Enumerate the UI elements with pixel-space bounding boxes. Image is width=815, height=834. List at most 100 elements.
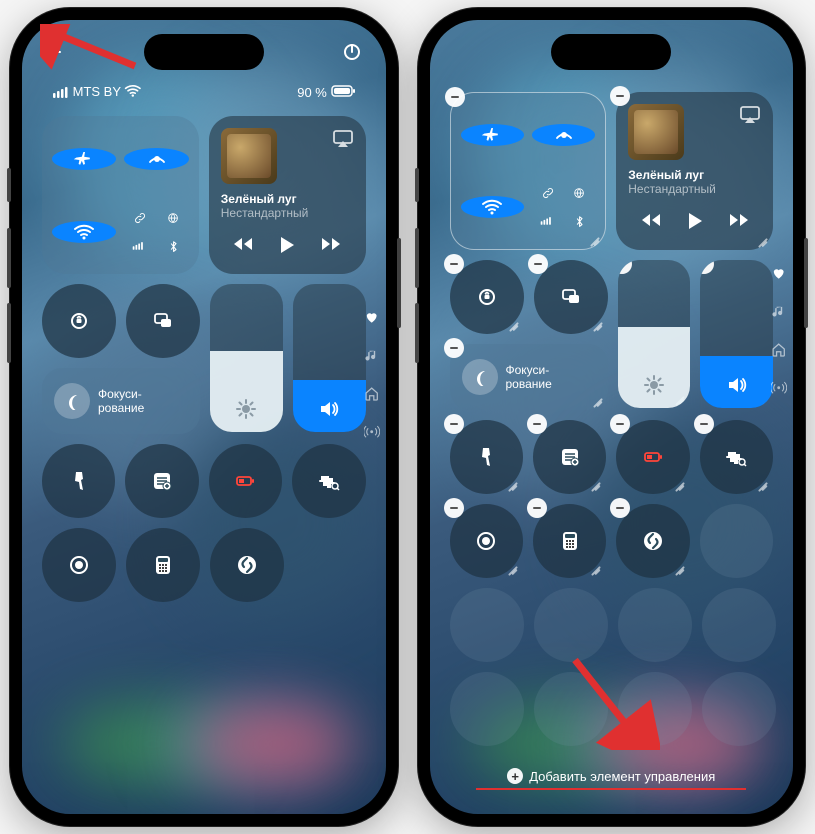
moon-icon (471, 368, 489, 386)
resize-handle[interactable] (502, 557, 520, 575)
remove-badge[interactable] (527, 498, 547, 518)
remove-badge[interactable] (610, 414, 630, 434)
airplane-toggle[interactable] (52, 148, 116, 170)
phone-left: MTS BY 90 % (10, 8, 398, 826)
play-icon[interactable] (276, 234, 298, 256)
page-indicators[interactable] (771, 266, 787, 396)
calculator-button[interactable] (126, 528, 200, 602)
status-right: 90 % (297, 83, 355, 100)
remove-badge[interactable] (618, 260, 632, 274)
remove-badge[interactable] (610, 86, 630, 106)
remove-badge[interactable] (444, 254, 464, 274)
notes-button[interactable] (533, 420, 606, 494)
home-icon[interactable] (771, 342, 787, 358)
airplay-icon[interactable] (332, 128, 354, 150)
volume-slider[interactable] (293, 284, 366, 432)
volume-slider[interactable] (700, 260, 773, 408)
sun-icon (235, 398, 257, 420)
screen-record-button[interactable] (450, 504, 523, 578)
track-subtitle: Нестандартный (221, 206, 354, 220)
play-icon[interactable] (684, 210, 706, 232)
favorites-icon[interactable] (771, 266, 787, 282)
brightness-slider[interactable] (210, 284, 283, 432)
rotation-lock-button[interactable] (42, 284, 116, 358)
airplane-toggle[interactable] (461, 124, 524, 146)
forward-icon[interactable] (728, 210, 750, 230)
sound-recognition-button[interactable] (292, 444, 365, 518)
music-icon[interactable] (771, 304, 787, 320)
remove-badge[interactable] (444, 338, 464, 358)
screen-mirroring-button[interactable] (126, 284, 200, 358)
wifi-toggle[interactable] (52, 221, 116, 243)
favorites-icon[interactable] (364, 310, 380, 326)
track-title: Зелёный луг (221, 192, 354, 206)
music-icon[interactable] (364, 348, 380, 364)
empty-slot[interactable] (450, 588, 524, 662)
rewind-icon[interactable] (640, 210, 662, 230)
speaker-icon (726, 374, 748, 396)
focus-label: Фокуси- рование (506, 363, 552, 392)
resize-handle[interactable] (587, 313, 605, 331)
resize-handle[interactable] (752, 229, 770, 247)
brightness-slider[interactable] (618, 260, 691, 408)
resize-handle[interactable] (503, 313, 521, 331)
focus-button[interactable]: Фокуси- рование (42, 368, 200, 434)
resize-handle[interactable] (584, 228, 602, 246)
page-indicators[interactable] (364, 310, 380, 440)
flashlight-button[interactable] (42, 444, 115, 518)
focus-label: Фокуси- рование (98, 387, 144, 416)
screen-mirroring-button[interactable] (534, 260, 608, 334)
airplay-icon[interactable] (739, 104, 761, 126)
sound-recognition-button[interactable] (700, 420, 773, 494)
resize-handle[interactable] (585, 557, 603, 575)
remove-badge[interactable] (610, 498, 630, 518)
empty-slot[interactable] (700, 504, 773, 578)
screen-record-button[interactable] (42, 528, 116, 602)
shazam-button[interactable] (210, 528, 284, 602)
remove-badge[interactable] (694, 414, 714, 434)
annotation-arrow-right (560, 650, 660, 750)
airdrop-toggle[interactable] (124, 148, 188, 170)
album-art (628, 104, 684, 160)
notes-button[interactable] (125, 444, 198, 518)
flashlight-button[interactable] (450, 420, 523, 494)
rotation-lock-button[interactable] (450, 260, 524, 334)
resize-handle[interactable] (587, 389, 605, 407)
moon-icon (63, 392, 81, 410)
power-icon[interactable] (342, 42, 362, 62)
airdrop-toggle[interactable] (532, 124, 595, 146)
broadcast-icon[interactable] (771, 380, 787, 396)
home-icon[interactable] (364, 386, 380, 402)
resize-handle[interactable] (502, 473, 520, 491)
resize-handle[interactable] (669, 557, 687, 575)
empty-slot[interactable] (702, 588, 776, 662)
forward-icon[interactable] (320, 234, 342, 254)
wifi-status-icon (124, 82, 142, 100)
low-power-button[interactable] (616, 420, 689, 494)
remove-badge[interactable] (444, 498, 464, 518)
empty-slot[interactable] (702, 672, 776, 746)
broadcast-icon[interactable] (364, 424, 380, 440)
carrier-label: MTS BY (73, 84, 121, 99)
screen-left: MTS BY 90 % (22, 20, 386, 814)
resize-handle[interactable] (585, 473, 603, 491)
connectivity-group[interactable] (42, 116, 199, 274)
remove-badge[interactable] (527, 414, 547, 434)
resize-handle[interactable] (752, 473, 770, 491)
shazam-button[interactable] (616, 504, 689, 578)
remove-badge[interactable] (445, 87, 465, 107)
remove-badge[interactable] (700, 260, 714, 274)
connectivity-group[interactable] (450, 92, 607, 250)
now-playing-widget[interactable]: Зелёный луг Нестандартный (616, 92, 773, 250)
low-power-button[interactable] (209, 444, 282, 518)
empty-slot[interactable] (450, 672, 524, 746)
remove-badge[interactable] (444, 414, 464, 434)
wifi-toggle[interactable] (461, 196, 524, 218)
resize-handle[interactable] (669, 473, 687, 491)
calculator-button[interactable] (533, 504, 606, 578)
remove-badge[interactable] (528, 254, 548, 274)
focus-button[interactable]: Фокуси- рование (450, 344, 608, 410)
rewind-icon[interactable] (232, 234, 254, 254)
now-playing-widget[interactable]: Зелёный луг Нестандартный (209, 116, 366, 274)
track-title: Зелёный луг (628, 168, 761, 182)
